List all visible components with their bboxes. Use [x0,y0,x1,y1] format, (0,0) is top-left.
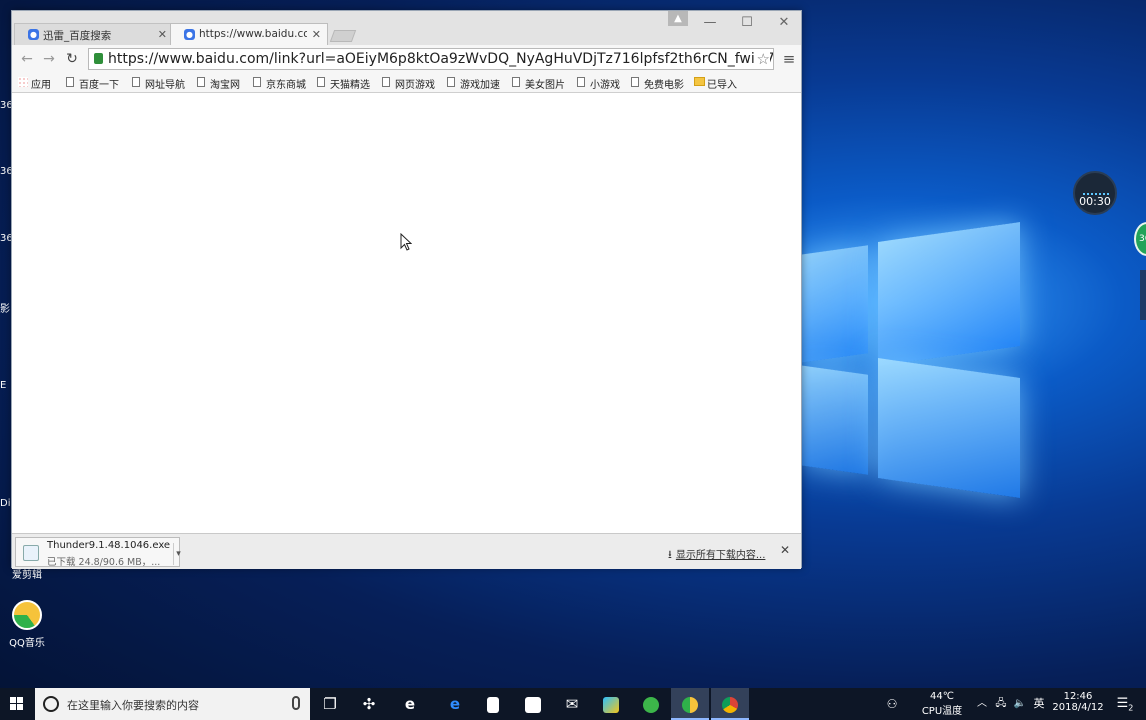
side-dock-handle[interactable] [1140,270,1146,320]
folder-icon [694,77,705,86]
microphone-icon[interactable] [292,696,300,710]
browser-toolbar: ← → ↻ https://www.baidu.com/link?url=aOE… [12,45,801,73]
cpu-temp-label: CPU温度 [921,706,963,717]
page-icon [197,77,205,87]
baidu-paw-icon: ● [184,29,195,40]
recording-timer-widget[interactable]: 00:30 [1073,171,1117,215]
ime-indicator[interactable]: 英 [1031,688,1047,720]
back-button[interactable]: ← [18,50,36,68]
chrome-taskbar-icon[interactable] [711,688,749,720]
apps-grid-icon [18,77,28,87]
bookmark-jd[interactable]: 京东商城 [253,76,306,91]
download-item[interactable]: Thunder9.1.48.1046.exe 已下载 24.8/90.6 MB，… [15,537,183,568]
file-icon[interactable] [474,688,512,720]
page-icon [447,77,455,87]
download-progress-status: 已下载 24.8/90.6 MB，... [47,557,161,568]
cortana-icon [43,696,59,712]
clock[interactable]: 12:46 2018/4/12 [1050,688,1106,720]
exe-file-icon [23,545,39,561]
clock-date: 2018/4/12 [1052,702,1104,713]
bookmark-taobao[interactable]: 淘宝网 [197,76,240,91]
qq-music-taskbar-icon[interactable] [671,688,709,720]
mail-icon[interactable]: ✉ [553,688,591,720]
tab-title: https://www.baidu.com/ [199,28,307,40]
internet-explorer-icon[interactable]: e [391,688,429,720]
page-content[interactable] [12,93,801,533]
bookmark-movies[interactable]: 免费电影 [631,76,684,91]
chrome-browser-window: ● 迅雷_百度搜索 ✕ ● https://www.baidu.com/ ✕ ▲… [11,10,802,569]
bookmark-tmall[interactable]: 天猫精选 [317,76,370,91]
start-button[interactable] [0,688,34,720]
forward-button[interactable]: → [40,50,58,68]
download-shelf: Thunder9.1.48.1046.exe 已下载 24.8/90.6 MB，… [12,533,801,569]
timer-text: 00:30 [1079,195,1111,208]
close-tab-icon[interactable]: ✕ [312,28,321,41]
reload-button[interactable]: ↻ [63,50,81,68]
page-icon [577,77,585,87]
bookmark-nav[interactable]: 网址导航 [132,76,185,91]
video-player-icon[interactable] [592,688,630,720]
address-text: https://www.baidu.com/link?url=aOEiyM6p8… [108,51,774,67]
bookmark-apps[interactable]: 应用 [18,76,51,91]
maximize-button[interactable]: ☐ [732,14,762,32]
bookmark-mini-games[interactable]: 小游戏 [577,76,620,91]
page-icon [512,77,520,87]
bookmarks-bar: 应用 百度一下 网址导航 淘宝网 京东商城 天猫精选 网页游戏 游戏加速 美女图… [12,73,801,93]
bookmark-folder-imported[interactable]: 已导入 [694,76,737,91]
minimize-button[interactable]: — [695,14,725,32]
page-icon [253,77,261,87]
close-window-button[interactable]: ✕ [769,14,799,32]
fan-app-icon[interactable]: ✣ [350,688,388,720]
volume-icon[interactable]: 🔈 [1012,688,1028,720]
desktop-icon-qq-music[interactable]: QQ音乐 [6,600,48,649]
bookmark-baidu[interactable]: 百度一下 [66,76,119,91]
network-icon[interactable]: 🖧 [993,688,1009,720]
tab-strip: ● 迅雷_百度搜索 ✕ ● https://www.baidu.com/ ✕ ▲… [12,11,801,45]
search-placeholder: 在这里输入你要搜索的内容 [67,699,199,712]
download-icon: ⭳ [668,548,672,561]
people-icon[interactable]: ⚇ [880,688,904,720]
new-tab-button[interactable] [329,30,357,42]
page-icon [317,77,325,87]
windows-wallpaper-logo [800,222,1030,502]
browser-menu-button[interactable]: ≡ [780,50,798,68]
bookmark-game-accel[interactable]: 游戏加速 [447,76,500,91]
page-icon [66,77,74,87]
address-bar[interactable]: https://www.baidu.com/link?url=aOEiyM6p8… [88,48,774,70]
tab-title: 迅雷_百度搜索 [43,30,112,42]
baidu-paw-icon: ● [28,29,39,40]
download-options-dropdown[interactable]: ▾ [173,543,183,565]
360-browser-icon[interactable] [632,688,670,720]
chevron-up-icon[interactable]: ︿ [975,688,989,720]
close-tab-icon[interactable]: ✕ [158,28,167,41]
secure-lock-icon [94,53,103,64]
cpu-temp-value: 44℃ [930,691,954,702]
taskbar-search-box[interactable]: 在这里输入你要搜索的内容 [35,688,310,720]
action-center-icon[interactable]: ☰2 [1112,688,1138,720]
mouse-cursor-icon [400,232,413,254]
bookmark-star-icon[interactable]: ☆ [754,49,770,69]
desktop-icon-label: QQ音乐 [9,638,45,649]
cpu-temperature-widget[interactable]: 44℃ CPU温度 [915,688,969,720]
download-filename: Thunder9.1.48.1046.exe [47,540,171,551]
page-icon [631,77,639,87]
windows-taskbar: 在这里输入你要搜索的内容 ❐ ✣ e e ✉ ⚇ 44℃ CPU温度 ︿ 🖧 🔈… [0,688,1146,720]
tab-baidu-search[interactable]: ● 迅雷_百度搜索 ✕ [14,23,174,45]
show-all-downloads-link[interactable]: ⭳ 显示所有下载内容... [668,546,765,565]
close-download-shelf-button[interactable]: ✕ [780,543,790,557]
notification-count: 2 [1128,703,1134,713]
user-profile-icon[interactable]: ▲ [668,11,688,26]
tab-baidu-link[interactable]: ● https://www.baidu.com/ ✕ [170,23,328,45]
audio-wave-icon [1083,189,1109,195]
store-icon[interactable] [514,688,552,720]
page-icon [382,77,390,87]
bookmark-pictures[interactable]: 美女图片 [512,76,565,91]
clock-time: 12:46 [1063,691,1093,702]
bookmark-webgames[interactable]: 网页游戏 [382,76,435,91]
task-view-button[interactable]: ❐ [311,688,349,720]
qq-music-icon [12,600,42,630]
edge-browser-icon[interactable]: e [436,688,474,720]
page-icon [132,77,140,87]
floating-360-badge[interactable]: 36 [1134,222,1146,256]
